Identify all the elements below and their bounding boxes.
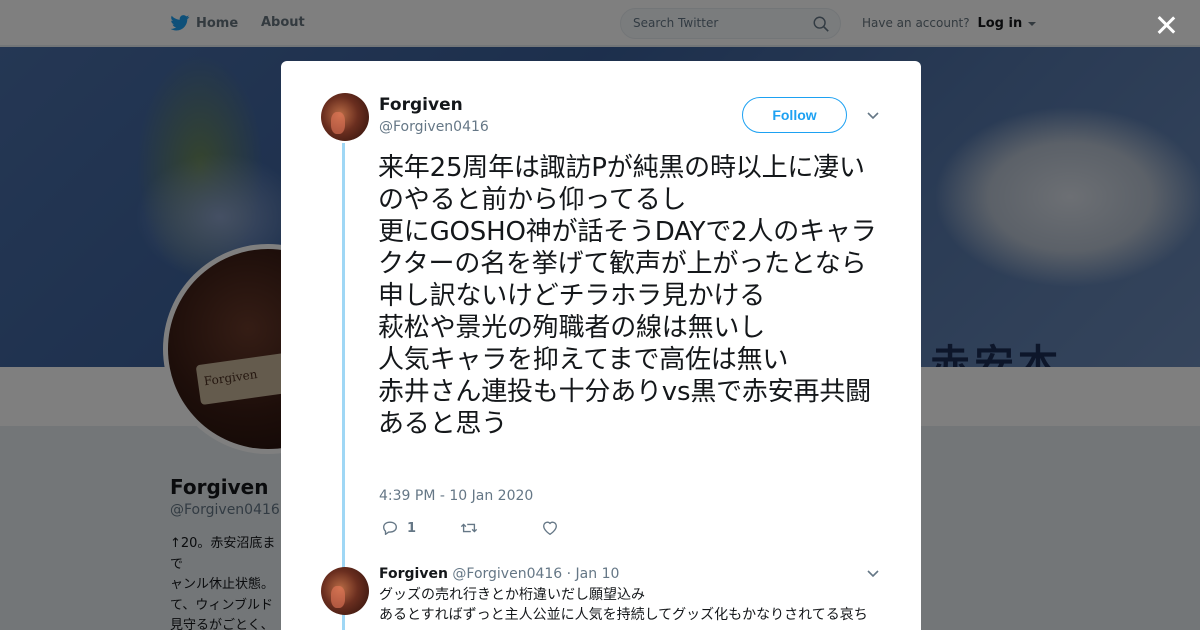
reply-author-name[interactable]: Forgiven bbox=[379, 566, 448, 582]
chevron-down-icon[interactable] bbox=[866, 566, 880, 580]
close-icon[interactable] bbox=[1154, 13, 1178, 37]
follow-button[interactable]: Follow bbox=[742, 97, 847, 133]
heart-icon bbox=[543, 521, 557, 535]
reply-icon bbox=[383, 521, 397, 535]
author-handle[interactable]: @Forgiven0416 bbox=[379, 119, 489, 135]
reply-text: グッズの売れ行きとか桁違いだし願望込み あるとすればずっと主人公並に人気を持続し… bbox=[379, 587, 868, 623]
like-button[interactable] bbox=[541, 519, 567, 537]
thread-line bbox=[342, 143, 345, 630]
retweet-button[interactable] bbox=[460, 519, 486, 537]
avatar[interactable] bbox=[321, 567, 369, 615]
chevron-down-icon[interactable] bbox=[866, 108, 880, 122]
tweet-timestamp[interactable]: 4:39 PM - 10 Jan 2020 bbox=[379, 488, 533, 504]
retweet-icon bbox=[460, 523, 478, 533]
reply-count: 1 bbox=[407, 520, 417, 536]
author-name[interactable]: Forgiven bbox=[379, 95, 463, 115]
tweet-text: 来年25周年は諏訪Pが純黒の時以上に凄いのやると前から仰ってるし 更にGOSHO… bbox=[378, 153, 877, 439]
reply-author-line: Forgiven @Forgiven0416 · Jan 10 bbox=[379, 566, 619, 582]
reply-button[interactable]: 1 bbox=[381, 519, 416, 537]
tweet-modal: Forgiven @Forgiven0416 Follow 来年25周年は諏訪P… bbox=[281, 61, 921, 630]
avatar[interactable] bbox=[321, 93, 369, 141]
reply-date[interactable]: · Jan 10 bbox=[567, 566, 620, 582]
reply-author-handle[interactable]: @Forgiven0416 bbox=[452, 566, 562, 582]
